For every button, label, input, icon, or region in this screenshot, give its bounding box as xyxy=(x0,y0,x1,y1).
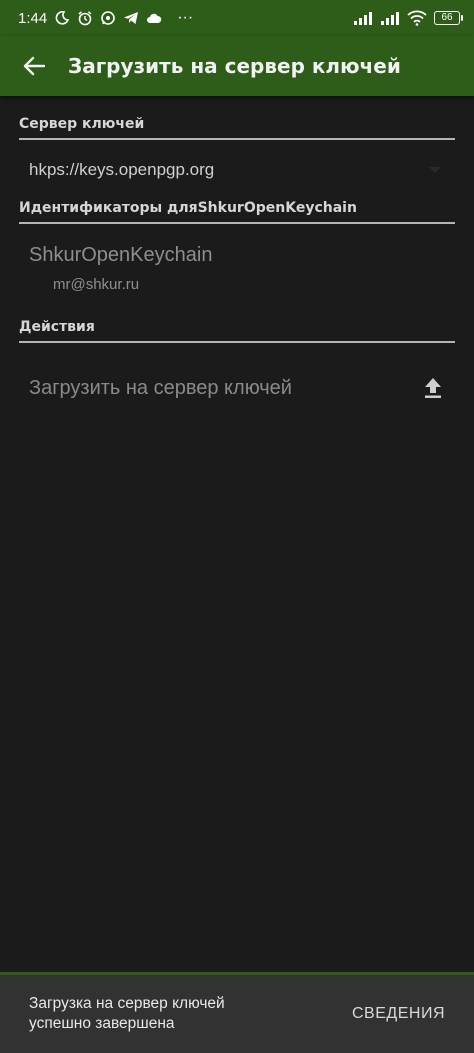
dropdown-caret-icon xyxy=(429,167,441,173)
snackbar-message-line2: успешно завершена xyxy=(29,1015,175,1032)
status-left: 1:44 ··· xyxy=(18,9,193,27)
actions-section-header: Действия xyxy=(19,319,455,343)
signal-icon xyxy=(353,10,373,26)
battery-icon: 66 xyxy=(434,11,463,25)
identities-section-header: Идентификаторы дляShkurOpenKeychain xyxy=(19,200,455,224)
snackbar-details-button[interactable]: СВЕДЕНИЯ xyxy=(352,1005,445,1023)
identity-email: mr@shkur.ru xyxy=(53,276,140,293)
telegram-icon xyxy=(123,10,139,26)
keyserver-dropdown[interactable]: hkps://keys.openpgp.org xyxy=(19,150,455,190)
identity-name: ShkurOpenKeychain xyxy=(29,244,213,266)
snackbar-message: Загрузка на сервер ключей успешно заверш… xyxy=(29,994,225,1034)
status-right: 66 xyxy=(353,10,463,26)
whatsapp-icon xyxy=(100,10,116,26)
snackbar-message-line1: Загрузка на сервер ключей xyxy=(29,995,225,1012)
upload-label: Загрузить на сервер ключей xyxy=(29,376,292,399)
upload-icon xyxy=(425,378,441,398)
arrow-back-icon xyxy=(23,56,45,76)
cloud-icon xyxy=(146,10,162,26)
status-time: 1:44 xyxy=(18,9,48,27)
app-bar: Загрузить на сервер ключей xyxy=(0,36,474,96)
keyserver-section-header: Сервер ключей xyxy=(19,116,455,140)
wifi-icon xyxy=(407,10,427,26)
keyserver-selected-value: hkps://keys.openpgp.org xyxy=(29,160,215,179)
moon-icon xyxy=(54,10,70,26)
page-title: Загрузить на сервер ключей xyxy=(68,54,401,78)
back-button[interactable] xyxy=(0,36,68,96)
upload-to-keyserver-button[interactable]: Загрузить на сервер ключей xyxy=(19,362,455,414)
snackbar: Загрузка на сервер ключей успешно заверш… xyxy=(0,972,474,1053)
more-notifications-icon: ··· xyxy=(177,9,194,26)
status-bar: 1:44 ··· 66 xyxy=(0,0,474,36)
signal-icon-2 xyxy=(380,10,400,26)
alarm-icon xyxy=(77,10,93,26)
